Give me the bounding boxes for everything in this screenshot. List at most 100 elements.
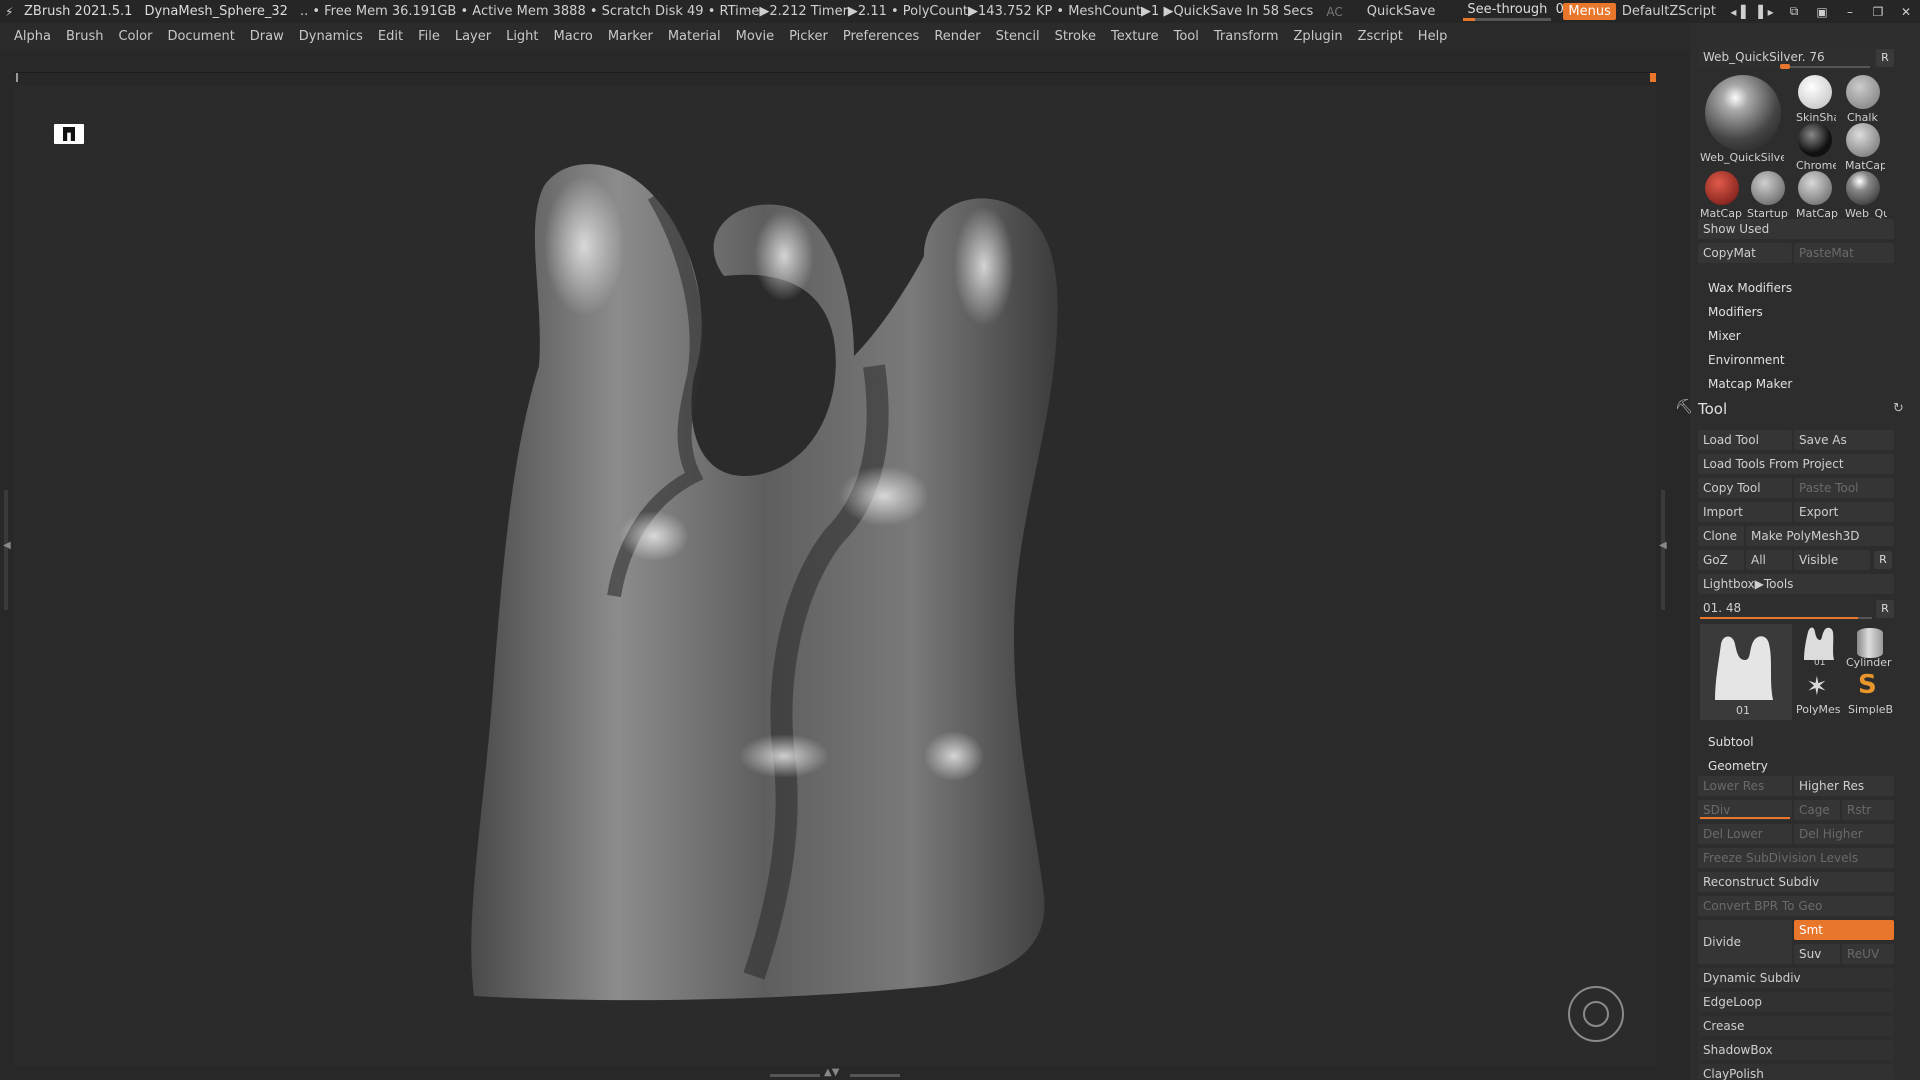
suv-toggle[interactable]: Suv [1794, 944, 1840, 964]
goz-button[interactable]: GoZ [1698, 550, 1744, 570]
menu-zscript[interactable]: Zscript [1358, 29, 1403, 44]
menu-layer[interactable]: Layer [455, 29, 491, 44]
subtool-section[interactable]: Subtool [1708, 735, 1754, 749]
higher-res-button[interactable]: Higher Res [1794, 776, 1894, 796]
load-tools-from-project-button[interactable]: Load Tools From Project [1698, 454, 1894, 474]
tool-thumb-simplebrush[interactable]: S SimpleB [1846, 670, 1894, 718]
menu-file[interactable]: File [418, 29, 440, 44]
dynamic-subdiv-section[interactable]: Dynamic Subdiv [1698, 968, 1894, 988]
menu-dynamics[interactable]: Dynamics [299, 29, 363, 44]
goz-reset-button[interactable]: R [1874, 551, 1892, 569]
current-tool-slider[interactable]: 01. 48 [1698, 598, 1874, 618]
copy-mat-button[interactable]: CopyMat [1698, 243, 1792, 263]
layout-next-icon[interactable]: ▌▸ [1752, 5, 1780, 19]
freeze-subdivision-button[interactable]: Freeze SubDivision Levels [1698, 848, 1894, 868]
default-zscript-button[interactable]: DefaultZScript [1622, 4, 1716, 19]
left-tray-arrow-icon[interactable]: ◀ [3, 540, 11, 551]
canvas-viewport[interactable] [14, 86, 1656, 1066]
claypolish-section[interactable]: ClayPolish [1698, 1064, 1894, 1080]
layout-icon[interactable]: ▣ [1808, 5, 1836, 19]
menus-toggle-button[interactable]: Menus [1563, 3, 1616, 20]
del-higher-button[interactable]: Del Higher [1794, 824, 1894, 844]
bottom-tray-arrow-icon[interactable]: ▲▼ [824, 1067, 839, 1078]
menu-color[interactable]: Color [118, 29, 152, 44]
ac-indicator[interactable]: AC [1326, 5, 1342, 19]
menu-stroke[interactable]: Stroke [1055, 29, 1096, 44]
material-thumb-matcap-red[interactable] [1705, 171, 1739, 205]
smt-toggle[interactable]: Smt [1794, 920, 1894, 940]
reconstruct-subdiv-button[interactable]: Reconstruct Subdiv [1698, 872, 1894, 892]
menu-brush[interactable]: Brush [66, 29, 104, 44]
material-thumb-startup[interactable] [1751, 171, 1785, 205]
menu-transform[interactable]: Transform [1214, 29, 1279, 44]
cage-button[interactable]: Cage [1794, 800, 1840, 820]
reuv-toggle[interactable]: ReUV [1842, 944, 1894, 964]
matcap-maker-section[interactable]: Matcap Maker [1708, 377, 1792, 391]
convert-bpr-button[interactable]: Convert BPR To Geo [1698, 896, 1894, 916]
menu-stencil[interactable]: Stencil [996, 29, 1040, 44]
make-polymesh3d-button[interactable]: Make PolyMesh3D [1746, 526, 1894, 546]
import-button[interactable]: Import [1698, 502, 1792, 522]
paste-tool-button[interactable]: Paste Tool [1794, 478, 1894, 498]
theme-icon[interactable]: ⧉ [1780, 4, 1808, 19]
palette-refresh-icon[interactable]: ↻ [1893, 401, 1904, 416]
tool-thumb-current[interactable]: 01 [1700, 624, 1792, 720]
tool-thumb-cylinder[interactable]: Cylinder [1846, 624, 1894, 669]
menu-marker[interactable]: Marker [608, 29, 653, 44]
export-button[interactable]: Export [1794, 502, 1894, 522]
material-thumb-web-qu[interactable] [1846, 171, 1880, 205]
restore-icon[interactable]: ❐ [1864, 5, 1892, 19]
divide-button[interactable]: Divide [1698, 920, 1792, 964]
material-thumb-web-quicksilver[interactable] [1705, 75, 1781, 151]
material-thumb-chrome[interactable] [1798, 123, 1832, 157]
menu-tool[interactable]: Tool [1174, 29, 1199, 44]
see-through-slider[interactable]: See-through 0 [1463, 2, 1564, 21]
geometry-section[interactable]: Geometry [1708, 759, 1768, 773]
rstr-button[interactable]: Rstr [1842, 800, 1894, 820]
zbrush-logo-icon[interactable]: ⚡ [5, 5, 19, 19]
menu-draw[interactable]: Draw [250, 29, 284, 44]
sculpt-mesh[interactable] [454, 116, 1214, 1016]
shadowbox-section[interactable]: ShadowBox [1698, 1040, 1894, 1060]
save-as-button[interactable]: Save As [1794, 430, 1894, 450]
document-icon[interactable] [54, 124, 84, 144]
tool-thumb-polymesh[interactable]: ✶ PolyMes [1796, 670, 1842, 718]
show-used-button[interactable]: Show Used [1698, 219, 1894, 239]
lower-res-button[interactable]: Lower Res [1698, 776, 1792, 796]
menu-preferences[interactable]: Preferences [843, 29, 919, 44]
wax-modifiers-section[interactable]: Wax Modifiers [1708, 281, 1792, 295]
menu-texture[interactable]: Texture [1111, 29, 1159, 44]
clone-button[interactable]: Clone [1698, 526, 1744, 546]
material-thumb-matcap[interactable] [1846, 123, 1880, 157]
menu-edit[interactable]: Edit [378, 29, 403, 44]
menu-document[interactable]: Document [167, 29, 234, 44]
menu-light[interactable]: Light [506, 29, 538, 44]
menu-movie[interactable]: Movie [736, 29, 774, 44]
environment-section[interactable]: Environment [1708, 353, 1785, 367]
goz-all-button[interactable]: All [1746, 550, 1792, 570]
tool-palette-title[interactable]: Tool [1698, 400, 1727, 418]
right-tray-arrow-icon[interactable]: ◀ [1659, 540, 1667, 551]
del-lower-button[interactable]: Del Lower [1698, 824, 1792, 844]
close-icon[interactable]: ✕ [1892, 5, 1920, 19]
crease-section[interactable]: Crease [1698, 1016, 1894, 1036]
paste-mat-button[interactable]: PasteMat [1794, 243, 1894, 263]
menu-alpha[interactable]: Alpha [14, 29, 51, 44]
menu-zplugin[interactable]: Zplugin [1294, 29, 1343, 44]
tool-thumb-01[interactable]: 01 [1798, 624, 1842, 668]
menu-render[interactable]: Render [934, 29, 980, 44]
menu-help[interactable]: Help [1418, 29, 1448, 44]
menu-macro[interactable]: Macro [554, 29, 593, 44]
goz-visible-button[interactable]: Visible [1794, 550, 1870, 570]
minimize-icon[interactable]: – [1836, 5, 1864, 19]
material-thumb-skinshade[interactable] [1798, 75, 1832, 109]
lightbox-tools-button[interactable]: Lightbox▶Tools [1698, 574, 1894, 594]
quicksave-button[interactable]: QuickSave [1367, 4, 1436, 19]
menu-picker[interactable]: Picker [789, 29, 828, 44]
layout-prev-icon[interactable]: ◂▐ [1724, 5, 1752, 19]
copy-tool-button[interactable]: Copy Tool [1698, 478, 1792, 498]
tool-reset-button[interactable]: R [1876, 600, 1894, 618]
navigation-gizmo[interactable] [1568, 986, 1624, 1042]
material-reset-button[interactable]: R [1876, 49, 1894, 67]
modifiers-section[interactable]: Modifiers [1708, 305, 1763, 319]
